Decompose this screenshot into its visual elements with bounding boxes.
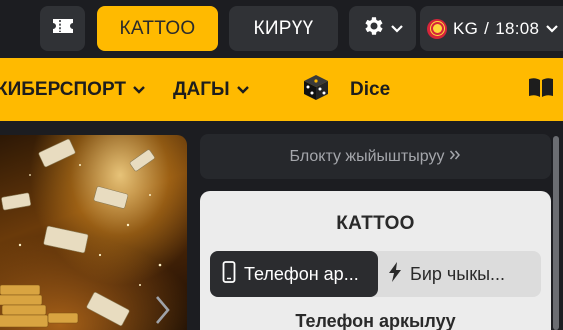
tab-label: Телефон ар... xyxy=(244,263,359,284)
scrollbar[interactable] xyxy=(553,136,559,330)
smartphone-icon xyxy=(222,260,236,288)
lightning-icon xyxy=(388,261,402,287)
login-button[interactable]: КАТТОО xyxy=(97,6,218,51)
promo-banner[interactable] xyxy=(0,135,187,330)
nav-item-esports[interactable]: КИБЕРСПОРТ xyxy=(0,58,146,121)
dice-icon xyxy=(300,71,332,109)
nav-item-dice[interactable]: Dice xyxy=(300,58,390,121)
book-icon xyxy=(527,76,555,104)
tab-one-click[interactable]: Бир чыкы... xyxy=(378,251,541,297)
region-separator: / xyxy=(484,18,490,38)
nav-item-label: ДАГЫ xyxy=(173,78,230,100)
top-bar: КАТТОО КИРҮҮ KG / 18:08 xyxy=(0,0,563,58)
chevron-down-icon xyxy=(545,19,559,39)
region-time-selector[interactable]: KG / 18:08 xyxy=(420,6,563,51)
settings-button[interactable] xyxy=(349,6,416,51)
chevron-down-icon xyxy=(132,79,146,101)
kyrgyzstan-flag-icon xyxy=(427,18,447,39)
ticket-icon xyxy=(51,17,75,41)
register-button[interactable]: КИРҮҮ xyxy=(229,6,338,51)
main-nav: КИБЕРСПОРТ ДАГЫ Dice xyxy=(0,58,563,121)
nav-item-label: КИБЕРСПОРТ xyxy=(0,78,126,100)
region-code: KG xyxy=(453,18,479,38)
chevron-down-icon xyxy=(236,79,250,101)
nav-item-more[interactable]: ДАГЫ xyxy=(173,58,250,121)
clock-time: 18:08 xyxy=(495,18,540,38)
double-chevron-right-icon xyxy=(449,148,461,166)
chevron-down-icon xyxy=(390,18,404,40)
chevron-right-icon[interactable] xyxy=(152,293,174,330)
registration-panel: КАТТОО Телефон ар... Бир чыкы... Телефон… xyxy=(200,191,551,330)
nav-item-label: Dice xyxy=(350,78,391,100)
hide-block-label: Блокту жыйыштыруу xyxy=(289,147,445,165)
hide-block-button[interactable]: Блокту жыйыштыруу xyxy=(200,134,551,179)
panel-title: КАТТОО xyxy=(336,213,415,234)
gear-icon xyxy=(362,14,386,44)
coupon-button[interactable] xyxy=(40,6,85,51)
register-button-label: КИРҮҮ xyxy=(253,17,314,39)
tab-label: Бир чыкы... xyxy=(410,263,506,284)
nav-item-rules[interactable] xyxy=(527,58,555,121)
login-button-label: КАТТОО xyxy=(119,17,196,39)
tab-phone[interactable]: Телефон ар... xyxy=(210,251,378,297)
registration-method-tabs: Телефон ар... Бир чыкы... xyxy=(210,251,541,297)
section-label: Телефон аркылуу xyxy=(295,311,456,330)
